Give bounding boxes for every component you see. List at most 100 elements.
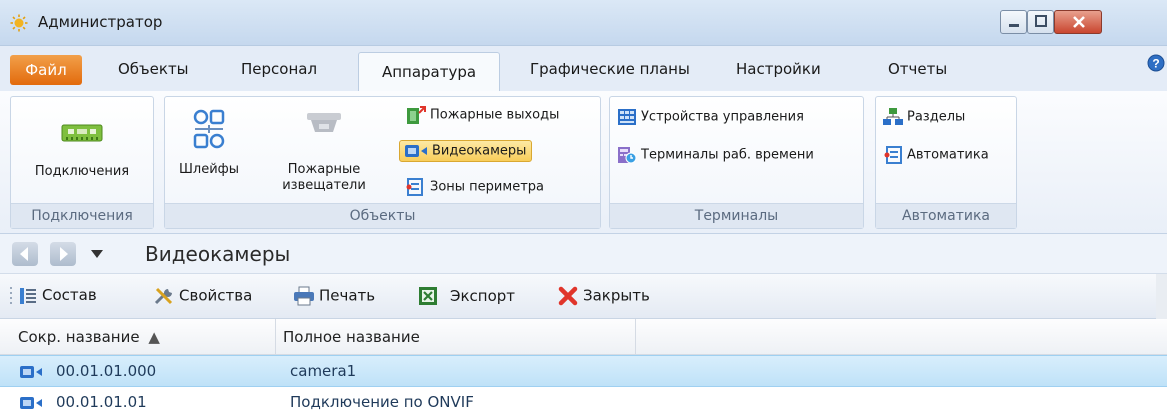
page-title: Видеокамеры (145, 242, 291, 266)
toolbar: Состав Свойства Печать Экспорт Закрыть (0, 274, 1167, 319)
control-devices-button[interactable]: Устройства управления (616, 107, 804, 127)
composition-button[interactable]: Состав (18, 286, 97, 305)
column-header-full-name[interactable]: Полное название (283, 328, 420, 346)
list-icon (20, 287, 36, 304)
video-cameras-label: Видеокамеры (432, 143, 527, 159)
tools-icon (154, 287, 173, 305)
fire-exits-button[interactable]: Пожарные выходы (405, 105, 559, 125)
properties-label: Свойства (179, 286, 253, 305)
maximize-button[interactable] (1027, 10, 1054, 34)
close-label: Закрыть (583, 286, 650, 305)
tab-objects[interactable]: Объекты (118, 60, 189, 78)
group-automation: Разделы Автоматика Автоматика (875, 96, 1017, 229)
time-terminal-icon (618, 147, 637, 164)
composition-label: Состав (42, 286, 97, 304)
title-bar: Администратор (0, 0, 1167, 46)
partitions-label: Разделы (907, 109, 966, 125)
perimeter-zones-button[interactable]: Зоны периметра (405, 177, 544, 197)
partitions-icon (883, 108, 903, 125)
control-devices-label: Устройства управления (641, 109, 804, 125)
table-row[interactable]: 00.01.01.000 camera1 (0, 355, 1167, 387)
video-cameras-button[interactable]: Видеокамеры (399, 140, 533, 162)
group-label-terminals: Терминалы (610, 203, 863, 228)
export-label: Экспорт (450, 286, 516, 305)
sort-ascending-icon: ▲ (148, 328, 160, 346)
window-title: Администратор (38, 13, 163, 31)
column-header-short-name[interactable]: Сокр. название ▲ (18, 328, 160, 346)
row-full-name: Подключение по ONVIF (290, 393, 474, 411)
video-camera-icon (20, 397, 42, 409)
loops-label: Шлейфы (179, 162, 240, 177)
time-terminals-label: Терминалы раб. времени (641, 147, 814, 163)
close-window-button[interactable] (1054, 10, 1102, 34)
printer-icon (294, 286, 314, 306)
scrollbar[interactable] (1156, 274, 1167, 319)
partitions-button[interactable]: Разделы (882, 107, 965, 127)
app-sun-icon (10, 14, 28, 32)
back-button[interactable] (12, 242, 38, 266)
close-icon (558, 286, 578, 306)
row-short-name: 00.01.01.01 (56, 393, 147, 411)
tab-personnel[interactable]: Персонал (241, 60, 317, 78)
group-label-objects: Объекты (165, 203, 600, 228)
fire-detectors-label-line2: извещатели (282, 178, 366, 193)
excel-icon (419, 287, 437, 305)
svg-text:?: ? (1152, 57, 1159, 71)
group-connections: Подключения Подключения (10, 96, 154, 229)
table-row[interactable]: 00.01.01.01 Подключение по ONVIF (0, 387, 1167, 419)
navigation-bar: Видеокамеры (0, 234, 1167, 274)
connection-board-icon (61, 124, 103, 142)
forward-button[interactable] (50, 242, 76, 266)
perimeter-zones-icon (406, 178, 423, 196)
help-icon[interactable]: ? (1147, 54, 1165, 72)
properties-button[interactable]: Свойства (153, 286, 252, 306)
history-dropdown-icon[interactable] (90, 248, 104, 260)
close-button[interactable]: Закрыть (557, 286, 650, 306)
column-short-name-label: Сокр. название (18, 328, 140, 346)
arrow-left-icon (20, 247, 28, 261)
table-header: Сокр. название ▲ Полное название (0, 319, 1167, 355)
loops-button[interactable]: Шлейфы (179, 107, 239, 178)
close-icon (1073, 16, 1085, 28)
ribbon: Подключения Подключения Шлейфы Пожарные (0, 91, 1167, 234)
fire-detectors-label-line1: Пожарные (287, 162, 361, 177)
export-button[interactable]: Экспорт (418, 286, 515, 306)
row-short-name: 00.01.01.000 (56, 362, 157, 380)
video-camera-icon (20, 366, 42, 378)
maximize-icon (1035, 15, 1047, 27)
time-terminals-button[interactable]: Терминалы раб. времени (616, 145, 814, 165)
automation-button[interactable]: Автоматика (882, 145, 989, 165)
fire-exit-icon (407, 106, 426, 124)
tab-hardware[interactable]: Аппаратура (358, 52, 500, 93)
automation-label: Автоматика (907, 147, 989, 163)
cameras-table: Сокр. название ▲ Полное название 00.01.0… (0, 319, 1167, 419)
fire-detectors-button[interactable]: Пожарные извещатели (281, 107, 367, 194)
arrow-right-icon (60, 247, 68, 261)
control-devices-icon (618, 109, 636, 125)
fire-exits-label: Пожарные выходы (430, 107, 560, 123)
toolbar-grip (10, 287, 12, 304)
minimize-button[interactable] (1000, 10, 1027, 34)
group-label-automation: Автоматика (876, 203, 1016, 228)
smoke-detector-icon (307, 113, 341, 132)
group-objects: Шлейфы Пожарные извещатели Пожарные выхо… (164, 96, 601, 229)
group-terminals: Устройства управления Терминалы раб. вре… (609, 96, 864, 229)
perimeter-zones-label: Зоны периметра (430, 179, 544, 195)
tab-file[interactable]: Файл (10, 55, 82, 85)
ribbon-tab-bar: Файл Объекты Персонал Аппаратура Графиче… (0, 46, 1167, 93)
column-separator[interactable] (275, 319, 276, 355)
connections-label: Подключения (34, 164, 130, 179)
column-separator[interactable] (635, 319, 636, 355)
minimize-icon (1009, 24, 1019, 27)
automation-icon (884, 146, 902, 164)
tab-graphic-plans[interactable]: Графические планы (530, 60, 690, 78)
video-camera-icon (405, 145, 427, 157)
loops-icon (193, 109, 225, 149)
row-full-name: camera1 (290, 362, 357, 380)
tab-reports[interactable]: Отчеты (888, 60, 947, 78)
group-label-connections: Подключения (11, 203, 153, 228)
print-label: Печать (319, 286, 376, 305)
tab-settings[interactable]: Настройки (736, 60, 821, 78)
print-button[interactable]: Печать (293, 286, 375, 306)
connections-button[interactable]: Подключения (11, 121, 153, 180)
